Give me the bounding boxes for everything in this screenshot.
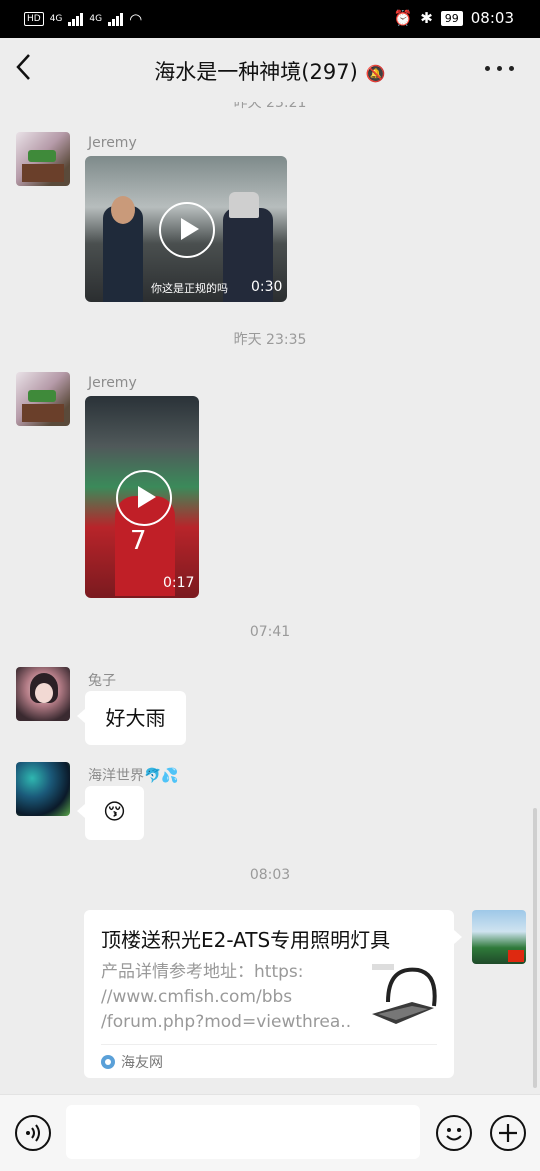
avatar[interactable]: [16, 372, 70, 426]
voice-button[interactable]: [15, 1115, 51, 1151]
link-thumbnail: [368, 962, 440, 1034]
sender-name: Jeremy: [88, 135, 137, 151]
input-bar: [0, 1094, 540, 1171]
message-input[interactable]: [66, 1105, 420, 1159]
avatar[interactable]: [16, 762, 70, 816]
timestamp: 08:03: [249, 867, 291, 883]
chat-header: 海水是一种神境(297) 🔕: [0, 38, 540, 102]
sender-name: 兔子: [88, 673, 116, 689]
text-bubble[interactable]: 好大雨: [77, 691, 186, 745]
link-card-title: 顶楼送积光E2-ATS专用照明灯具: [101, 928, 391, 952]
bluetooth-icon: ✱: [420, 9, 433, 27]
chat-area[interactable]: 昨天 23:21 Jeremy 你这是正规的吗 0:30 昨天 23:35 Je…: [0, 102, 540, 1094]
mute-icon: 🔕: [365, 63, 386, 83]
link-card[interactable]: 顶楼送积光E2-ATS专用照明灯具 产品详情参考地址：https: //www.…: [84, 910, 462, 1078]
network-1: 4G: [49, 14, 63, 24]
emoji-icon: [446, 1128, 462, 1141]
video-caption: 你这是正规的吗: [151, 282, 228, 295]
sender-name: 海洋世界🐬💦: [88, 768, 179, 784]
hd-badge: HD: [24, 12, 44, 26]
source-name: 海友网: [121, 1055, 163, 1071]
voice-icon: [26, 1124, 40, 1142]
divider: [101, 1044, 437, 1045]
chat-title-text: 海水是一种神境(297): [154, 60, 358, 84]
video-duration: 0:17: [163, 575, 195, 591]
timestamp: 昨天 23:35: [233, 332, 307, 348]
play-icon: [116, 470, 172, 526]
plus-icon: [499, 1124, 517, 1142]
clock: 08:03: [470, 9, 514, 27]
emoji-button[interactable]: [436, 1115, 472, 1151]
desc-line: 产品详情参考地址：https:: [101, 962, 304, 982]
video-message[interactable]: 你这是正规的吗 0:30: [85, 156, 287, 302]
source-icon: [101, 1055, 115, 1069]
status-bar: HD 4G 4G ◠ ⏰ ✱ 99 08:03: [0, 0, 540, 38]
my-avatar[interactable]: [472, 910, 526, 964]
more-button[interactable]: [485, 66, 514, 71]
timestamp: 07:41: [249, 624, 291, 640]
timestamp: 昨天 23:21: [233, 102, 307, 111]
desc-line: /forum.php?mod=viewthrea...: [101, 1012, 351, 1032]
link-card-description: 产品详情参考地址：https: //www.cmfish.com/bbs /fo…: [101, 960, 351, 1035]
network-2: 4G: [89, 14, 103, 24]
video-duration: 0:30: [251, 279, 283, 295]
alarm-icon: ⏰: [393, 9, 413, 27]
battery-icon: 99: [440, 10, 463, 26]
add-button[interactable]: [490, 1115, 526, 1151]
sender-name: Jeremy: [88, 375, 137, 391]
desc-line: //www.cmfish.com/bbs: [101, 987, 293, 1007]
link-source: 海友网: [101, 1052, 163, 1072]
wifi-icon: ◠: [129, 10, 143, 28]
signal-icon-2: [108, 12, 124, 26]
chat-title: 海水是一种神境(297) 🔕: [0, 56, 540, 86]
play-icon: [159, 202, 215, 258]
text-bubble[interactable]: 😚: [77, 786, 144, 840]
avatar[interactable]: [16, 667, 70, 721]
avatar[interactable]: [16, 132, 70, 186]
video-message[interactable]: 7 0:17: [85, 396, 199, 598]
signal-icon: [68, 12, 84, 26]
scrollbar[interactable]: [533, 808, 537, 1088]
